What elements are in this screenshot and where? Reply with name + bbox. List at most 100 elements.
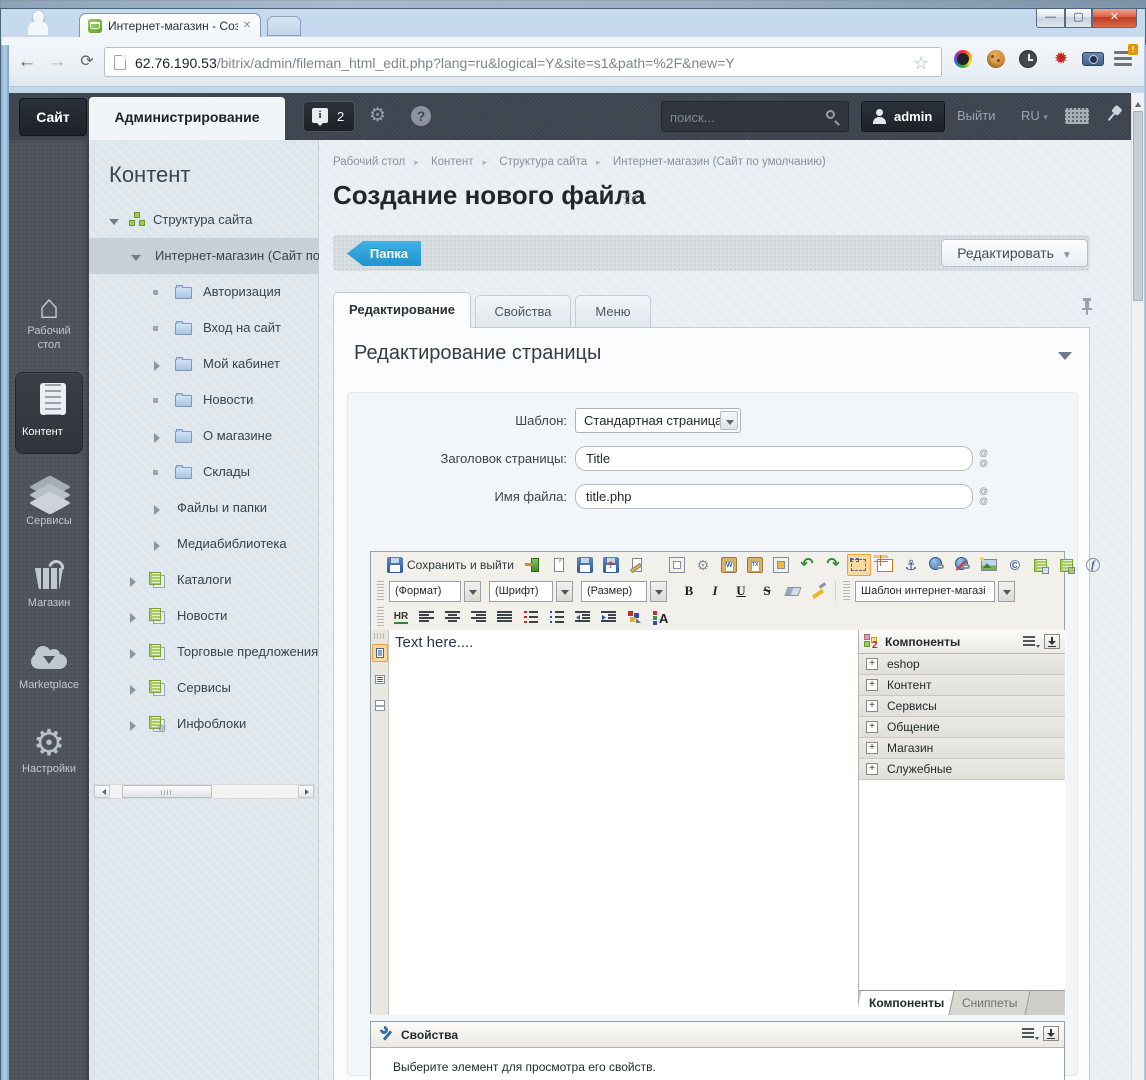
save-button[interactable] — [573, 554, 597, 576]
new-document-button[interactable] — [547, 554, 571, 576]
sidebar-item-settings[interactable]: ⚙ Настройки — [9, 724, 89, 776]
tree-item[interactable]: О магазине — [89, 418, 319, 454]
panel-menu-icon[interactable] — [1023, 636, 1037, 648]
insert-component-button[interactable] — [1029, 554, 1053, 576]
component-group[interactable]: + Сервисы — [859, 696, 1065, 717]
tree-item[interactable]: Структура сайта — [89, 202, 319, 238]
paste-from-word-button[interactable]: W — [717, 554, 741, 576]
insert-image-button[interactable] — [977, 554, 1001, 576]
tree-item[interactable]: Склады — [89, 454, 319, 490]
chevron-down-icon[interactable] — [998, 581, 1015, 602]
user-button[interactable]: admin — [861, 101, 945, 132]
exit-button[interactable] — [521, 554, 545, 576]
php-snippet-icon[interactable]: @@ — [979, 486, 991, 508]
remove-format-button[interactable] — [781, 580, 805, 602]
tree-item[interactable]: Новости — [89, 382, 319, 418]
sidebar-item-shop[interactable]: Магазин — [9, 560, 89, 610]
italic-button[interactable]: I — [703, 580, 727, 602]
scroll-right-icon[interactable] — [298, 785, 314, 798]
extension-lens-icon[interactable] — [954, 50, 972, 68]
close-button[interactable]: ✕ — [1092, 9, 1137, 28]
insert-symbol-button[interactable]: © — [1003, 554, 1027, 576]
expander-closed-icon[interactable] — [130, 685, 141, 695]
tree-item[interactable]: Торговые предложения — [89, 634, 319, 670]
expander-closed-icon[interactable] — [154, 433, 165, 443]
undo-button[interactable]: ↶ — [795, 554, 819, 576]
scrollbar-thumb[interactable] — [1133, 111, 1143, 301]
paste-as-text-button[interactable]: TX — [743, 554, 767, 576]
component-group[interactable]: + eshop — [859, 654, 1065, 675]
component-group[interactable]: + Служебные — [859, 759, 1065, 780]
bookmark-star-icon[interactable]: ☆ — [913, 53, 929, 74]
insert-hr-button[interactable]: HR — [389, 606, 413, 628]
tree-item-selected[interactable]: Интернет-магазин (Сайт по — [89, 238, 319, 274]
insert-anchor-button[interactable]: ⚓ — [899, 554, 923, 576]
forward-button[interactable]: → — [44, 49, 70, 75]
expand-plus-icon[interactable]: + — [866, 763, 878, 775]
tab-close-icon[interactable]: ✕ — [240, 19, 254, 33]
panel-dock-icon[interactable] — [1044, 634, 1060, 649]
chevron-down-icon[interactable] — [720, 411, 738, 430]
notifications-button[interactable]: i 2 — [303, 101, 355, 132]
underline-button[interactable]: U — [729, 580, 753, 602]
tree-item[interactable]: Новости — [89, 598, 319, 634]
breadcrumb-item[interactable]: Структура сайта — [499, 156, 587, 168]
component-properties-button[interactable] — [1055, 554, 1079, 576]
extension-camera-icon[interactable] — [1082, 52, 1104, 66]
back-button[interactable]: ← — [14, 49, 40, 75]
copy-format-button[interactable] — [807, 580, 831, 602]
expander-closed-icon[interactable] — [154, 361, 165, 371]
toolbar-drag-handle[interactable] — [377, 607, 384, 627]
language-dropdown[interactable]: RU ▾ — [1021, 108, 1048, 123]
template-select[interactable]: Стандартная страница — [575, 408, 741, 433]
expander-closed-icon[interactable] — [154, 541, 165, 551]
editor-settings-button[interactable]: ⚙ — [691, 554, 715, 576]
maximize-editor-button[interactable] — [665, 554, 689, 576]
bold-button[interactable]: B — [677, 580, 701, 602]
outdent-button[interactable] — [571, 606, 595, 628]
show-borders-button[interactable] — [847, 554, 871, 576]
panel-menu-icon[interactable] — [1022, 1028, 1036, 1040]
code-view-button[interactable] — [372, 670, 388, 688]
insert-link-button[interactable] — [925, 554, 949, 576]
insert-table-button[interactable] — [873, 554, 897, 576]
filename-field[interactable] — [575, 484, 973, 509]
insert-flash-button[interactable]: f — [1081, 554, 1105, 576]
ordered-list-button[interactable] — [519, 606, 543, 628]
strikethrough-button[interactable]: S — [755, 580, 779, 602]
expand-plus-icon[interactable]: + — [866, 721, 878, 733]
tree-item[interactable]: Мой кабинет — [89, 346, 319, 382]
expander-closed-icon[interactable] — [130, 613, 141, 623]
search-icon[interactable] — [826, 110, 835, 119]
expander-closed-icon[interactable] — [130, 649, 141, 659]
settings-gear-icon[interactable]: ⚙ — [369, 106, 389, 126]
redo-button[interactable]: ↷ — [821, 554, 845, 576]
tab-properties[interactable]: Свойства — [475, 295, 571, 328]
background-color-button[interactable] — [623, 606, 647, 628]
tab-components[interactable]: Компоненты — [856, 991, 957, 1015]
browser-scrollbar[interactable] — [1131, 93, 1144, 1080]
indent-button[interactable] — [597, 606, 621, 628]
editor-text[interactable]: Text here.... — [395, 634, 473, 651]
bullet-list-button[interactable] — [545, 606, 569, 628]
font-color-button[interactable]: A — [649, 606, 673, 628]
tree-item[interactable]: ⚙ Инфоблоки — [89, 706, 319, 742]
remove-link-button[interactable] — [951, 554, 975, 576]
tree-item[interactable]: Медиабиблиотека — [89, 526, 319, 562]
logout-link[interactable]: Выйти — [957, 108, 996, 123]
maximize-button[interactable]: ▢ — [1065, 9, 1092, 28]
editor-body[interactable]: Text here.... — [389, 630, 858, 1015]
expand-plus-icon[interactable]: + — [866, 700, 878, 712]
tab-menu[interactable]: Меню — [575, 295, 651, 328]
chevron-down-icon[interactable] — [464, 581, 481, 602]
save-as-button[interactable]: ? — [599, 554, 623, 576]
browser-menu-icon[interactable]: ! — [1114, 49, 1136, 69]
component-group[interactable]: + Магазин — [859, 738, 1065, 759]
help-icon[interactable]: ? — [411, 106, 431, 126]
keyboard-icon[interactable] — [1065, 108, 1089, 124]
breadcrumb-item[interactable]: Контент — [431, 156, 474, 168]
toolbar-drag-handle[interactable] — [374, 633, 385, 639]
extension-clock-icon[interactable] — [1019, 50, 1037, 68]
select-all-button[interactable] — [769, 554, 793, 576]
breadcrumb-item[interactable]: Интернет-магазин (Сайт по умолчанию) — [613, 156, 826, 168]
